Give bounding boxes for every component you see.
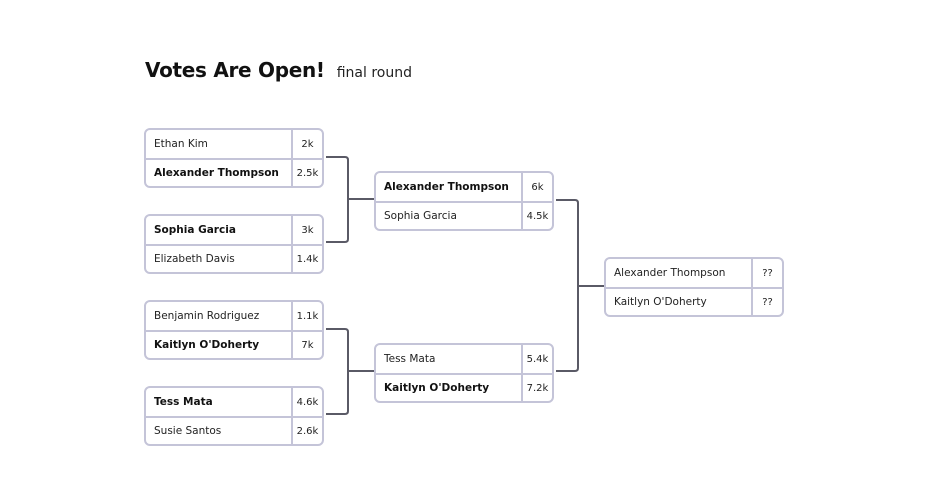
player-score: 7k (291, 332, 322, 358)
player-row[interactable]: Ethan Kim 2k (146, 130, 322, 158)
player-name: Kaitlyn O'Doherty (614, 296, 707, 308)
player-score: 1.1k (291, 302, 322, 330)
player-name: Elizabeth Davis (154, 253, 235, 265)
match-final: Alexander Thompson?? Kaitlyn O'Doherty?? (604, 257, 784, 317)
player-score: 1.4k (291, 246, 322, 272)
player-score: 2k (291, 130, 322, 158)
player-name: Tess Mata (384, 353, 436, 365)
player-row[interactable]: Kaitlyn O'Doherty 7k (146, 330, 322, 358)
match-r2-1: Alexander Thompson 6k Sophia Garcia 4.5k (374, 171, 554, 231)
player-name: Sophia Garcia (384, 210, 457, 222)
player-row[interactable]: Alexander Thompson 6k (376, 173, 552, 201)
match-r1-1: Ethan Kim 2k Alexander Thompson 2.5k (144, 128, 324, 188)
player-row[interactable]: Alexander Thompson 2.5k (146, 158, 322, 186)
player-name: Susie Santos (154, 425, 222, 437)
match-r2-2: Tess Mata 5.4k Kaitlyn O'Doherty 7.2k (374, 343, 554, 403)
player-row[interactable]: Tess Mata 5.4k (376, 345, 552, 373)
player-name: Benjamin Rodriguez (154, 310, 260, 322)
connector-r1-top (326, 156, 349, 243)
player-row[interactable]: Sophia Garcia 4.5k (376, 201, 552, 229)
connector-r2 (556, 199, 579, 372)
connector-r1-bottom (326, 328, 349, 415)
player-row[interactable]: Benjamin Rodriguez 1.1k (146, 302, 322, 330)
player-name: Kaitlyn O'Doherty (154, 339, 260, 351)
player-row[interactable]: Kaitlyn O'Doherty?? (606, 287, 782, 315)
player-name: Tess Mata (154, 396, 213, 408)
player-name: Alexander Thompson (384, 181, 509, 193)
match-r1-4: Tess Mata 4.6k Susie Santos 2.6k (144, 386, 324, 446)
bracket-connectors (326, 156, 604, 415)
player-score: ?? (751, 259, 782, 287)
player-score: ?? (751, 289, 782, 315)
player-score: 4.6k (291, 388, 322, 416)
player-score: 6k (521, 173, 552, 201)
player-score: 2.6k (291, 418, 322, 444)
player-name: Sophia Garcia (154, 224, 236, 236)
player-row[interactable]: Susie Santos 2.6k (146, 416, 322, 444)
player-row[interactable]: Sophia Garcia 3k (146, 216, 322, 244)
match-r1-3: Benjamin Rodriguez 1.1k Kaitlyn O'Doherty… (144, 300, 324, 360)
player-score: 5.4k (521, 345, 552, 373)
player-name: Kaitlyn O'Doherty (384, 382, 490, 394)
player-row[interactable]: Alexander Thompson?? (606, 259, 782, 287)
player-row[interactable]: Elizabeth Davis 1.4k (146, 244, 322, 272)
player-name: Alexander Thompson (154, 167, 279, 179)
player-score: 7.2k (521, 375, 552, 401)
player-name: Alexander Thompson (614, 267, 726, 279)
player-score: 2.5k (291, 160, 322, 186)
match-r1-2: Sophia Garcia 3k Elizabeth Davis 1.4k (144, 214, 324, 274)
player-row[interactable]: Kaitlyn O'Doherty 7.2k (376, 373, 552, 401)
player-score: 3k (291, 216, 322, 244)
player-name: Ethan Kim (154, 138, 208, 150)
player-score: 4.5k (521, 203, 552, 229)
player-row[interactable]: Tess Mata 4.6k (146, 388, 322, 416)
